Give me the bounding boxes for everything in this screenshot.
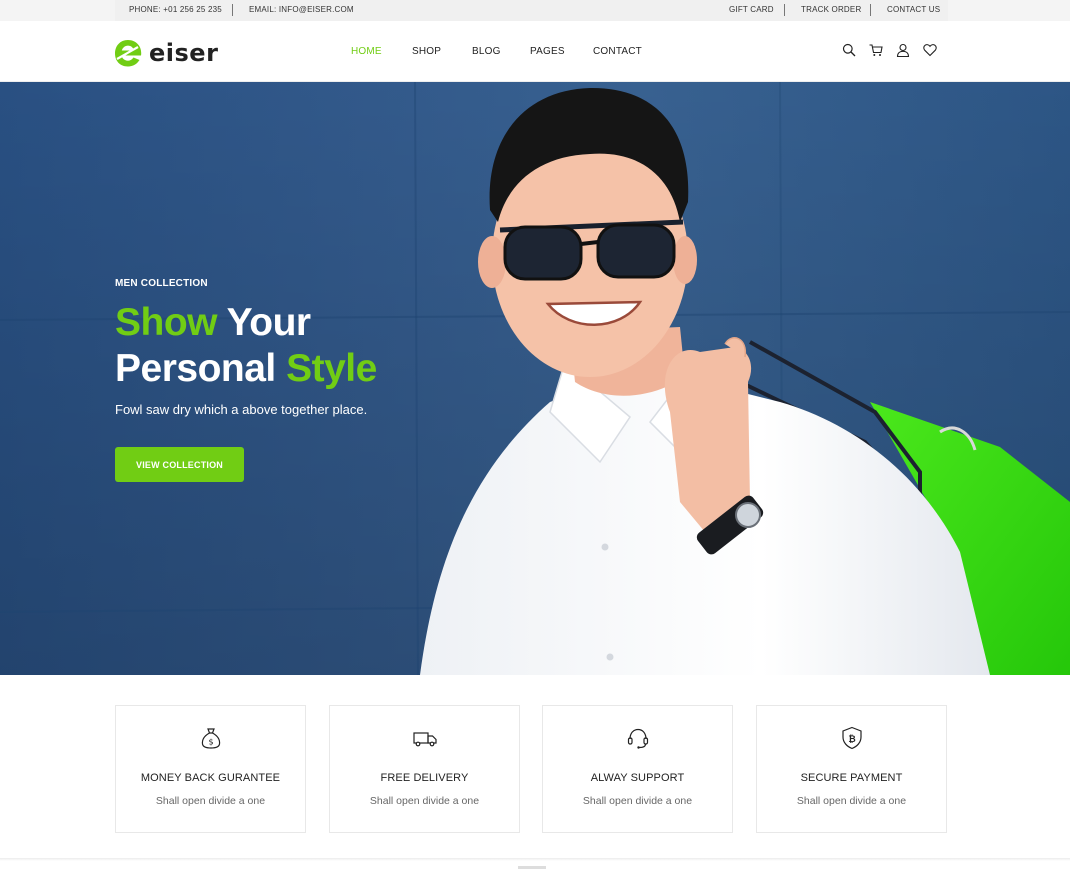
main-header: eiser HOME SHOP BLOG PAGES CONTACT xyxy=(0,21,1070,82)
heart-icon[interactable] xyxy=(923,43,937,57)
nav-home[interactable]: HOME xyxy=(351,46,382,57)
nav-blog[interactable]: BLOG xyxy=(472,46,501,57)
contact-us-link[interactable]: CONTACT US xyxy=(887,5,940,14)
hero-subtitle: Fowl saw dry which a above together plac… xyxy=(115,402,368,417)
headset-icon xyxy=(626,726,650,750)
feature-description: Shall open divide a one xyxy=(796,795,907,807)
logo-e-icon xyxy=(115,40,142,67)
hero-title-text-1: Your xyxy=(217,301,311,344)
logo-text: eiser xyxy=(149,39,219,67)
feature-card-money-back: $ MONEY BACK GURANTEE Shall open divide … xyxy=(115,705,306,833)
nav-contact[interactable]: CONTACT xyxy=(593,46,642,57)
search-icon[interactable] xyxy=(842,43,856,57)
divider xyxy=(784,4,785,16)
hero-model-image xyxy=(420,87,1070,675)
feature-title: ALWAY SUPPORT xyxy=(590,772,685,784)
shield-icon: ₿ xyxy=(840,726,864,750)
hero-title-accent-1: Show xyxy=(115,301,218,344)
hero-title-accent-2: Style xyxy=(286,347,377,390)
feature-title: MONEY BACK GURANTEE xyxy=(140,772,281,784)
gift-card-link[interactable]: GIFT CARD xyxy=(729,5,774,14)
hero-title: Show Your Personal Style xyxy=(115,300,377,392)
hero-title-text-2: Personal xyxy=(115,347,287,390)
divider xyxy=(870,4,871,16)
feature-card-free-delivery: FREE DELIVERY Shall open divide a one xyxy=(329,705,520,833)
cart-icon[interactable] xyxy=(869,43,883,57)
site-logo[interactable]: eiser xyxy=(114,37,218,69)
section-divider xyxy=(0,858,1070,861)
feature-description: Shall open divide a one xyxy=(369,795,480,807)
view-collection-button[interactable]: VIEW COLLECTION xyxy=(115,447,244,482)
svg-text:$: $ xyxy=(208,738,213,747)
hero-banner: MEN COLLECTION Show Your Personal Style … xyxy=(0,82,1070,675)
user-icon[interactable] xyxy=(896,43,910,57)
nav-pages[interactable]: PAGES xyxy=(530,46,565,57)
feature-title: SECURE PAYMENT xyxy=(800,772,903,784)
phone-text: PHONE: +01 256 25 235 xyxy=(129,5,222,14)
hero-kicker: MEN COLLECTION xyxy=(115,278,208,289)
feature-card-support: ALWAY SUPPORT Shall open divide a one xyxy=(542,705,733,833)
feature-title: FREE DELIVERY xyxy=(380,772,469,784)
top-bar: PHONE: +01 256 25 235 EMAIL: INFO@EISER.… xyxy=(0,0,1070,21)
divider xyxy=(232,4,233,16)
feature-description: Shall open divide a one xyxy=(155,795,266,807)
money-bag-icon: $ xyxy=(199,726,223,750)
nav-shop[interactable]: SHOP xyxy=(412,46,441,57)
truck-icon xyxy=(413,726,437,750)
track-order-link[interactable]: TRACK ORDER xyxy=(801,5,861,14)
feature-description: Shall open divide a one xyxy=(582,795,693,807)
svg-text:₿: ₿ xyxy=(848,734,855,745)
feature-card-secure-payment: ₿ SECURE PAYMENT Shall open divide a one xyxy=(756,705,947,833)
email-link[interactable]: EMAIL: INFO@EISER.COM xyxy=(249,5,354,14)
